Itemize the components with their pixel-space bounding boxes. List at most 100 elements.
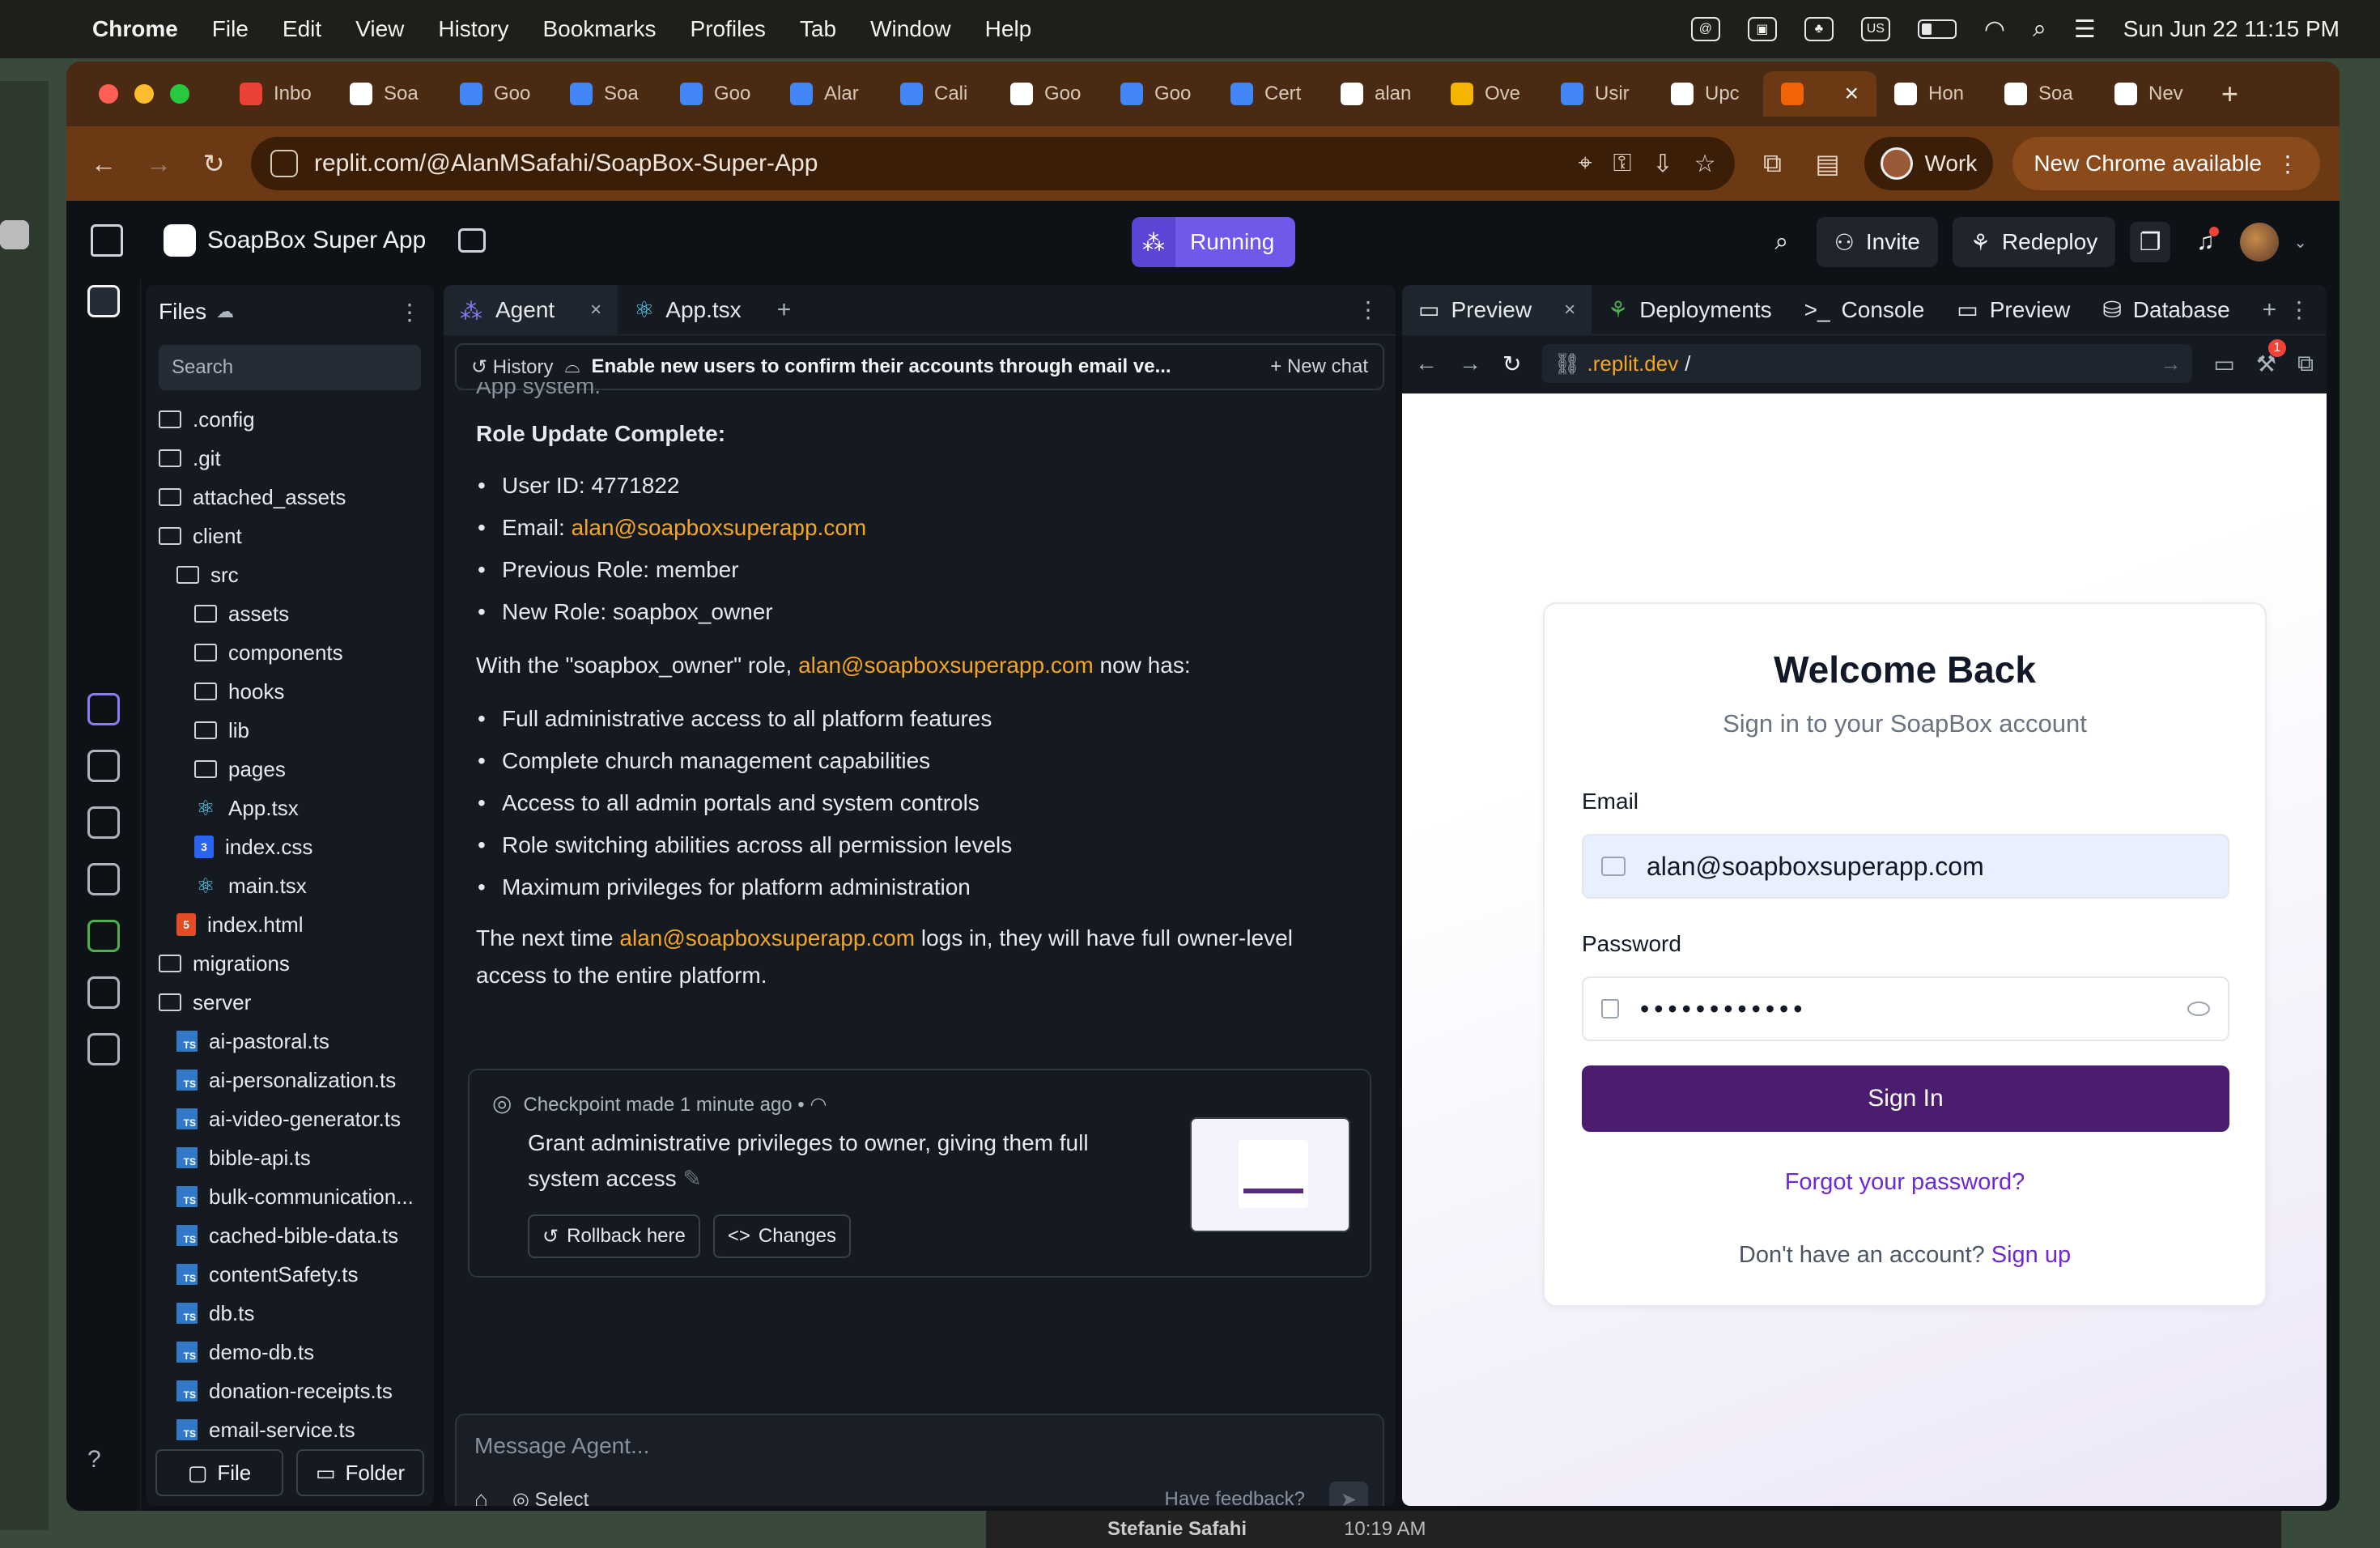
menu-edit[interactable]: Edit	[283, 16, 321, 42]
key-icon[interactable]: ⚿	[1613, 150, 1632, 178]
browser-tab[interactable]: Soa	[1987, 71, 2097, 117]
message-input[interactable]: Message Agent...	[474, 1433, 649, 1459]
tree-folder[interactable]: src	[146, 555, 434, 594]
address-bar[interactable]: replit.com/@AlanMSafahi/SoapBox-Super-Ap…	[251, 137, 1736, 190]
checkpoint-thumbnail[interactable]	[1190, 1117, 1350, 1232]
forgot-password-link[interactable]: Forgot your password?	[1545, 1169, 2265, 1196]
reload-icon[interactable]: ↻	[196, 146, 232, 181]
email-link[interactable]: alan@soapboxsuperapp.com	[572, 515, 867, 540]
help-icon[interactable]: ?	[87, 1446, 120, 1478]
panel-menu-icon[interactable]: ⋮	[1357, 296, 1379, 323]
tab-console[interactable]: >_ Console	[1788, 285, 1941, 335]
changes-button[interactable]: <> Changes	[712, 1214, 851, 1258]
profile-button[interactable]: Work	[1864, 137, 1994, 190]
chat-title[interactable]: Enable new users to confirm their accoun…	[591, 355, 1259, 378]
minimize-window-button[interactable]	[134, 84, 154, 104]
browser-tab[interactable]: Upc	[1653, 71, 1763, 117]
browser-tab[interactable]: alan	[1323, 71, 1433, 117]
tree-folder[interactable]: assets	[146, 594, 434, 633]
open-external-icon[interactable]: ⧉	[2297, 351, 2314, 377]
deployments-icon[interactable]	[87, 920, 120, 952]
chevron-down-icon[interactable]: ⌄	[2293, 232, 2307, 253]
tree-file[interactable]: 3 index.css	[146, 827, 434, 866]
tree-file[interactable]: TS db.ts	[146, 1294, 434, 1333]
email-field[interactable]: alan@soapboxsuperapp.com	[1582, 834, 2229, 899]
files-search-input[interactable]: Search	[159, 345, 421, 390]
bookmark-star-icon[interactable]: ☆	[1694, 150, 1716, 178]
spotlight-icon[interactable]: ⌕	[2033, 15, 2046, 43]
tab-database[interactable]: ⛁ Database	[2086, 285, 2246, 335]
menu-history[interactable]: History	[438, 16, 508, 42]
dock-trash-icon[interactable]	[0, 220, 29, 249]
tree-folder[interactable]: .git	[146, 439, 434, 478]
kebab-menu-icon[interactable]: ⋮	[2276, 151, 2299, 177]
forward-icon[interactable]: →	[1459, 351, 1481, 376]
new-tab-icon[interactable]: +	[777, 296, 792, 324]
status-icon-1[interactable]: @	[1690, 17, 1720, 41]
back-icon[interactable]: ←	[1415, 351, 1438, 376]
reload-icon[interactable]: ↻	[1502, 351, 1521, 377]
chrome-update-button[interactable]: New Chrome available ⋮	[2012, 137, 2320, 190]
zoom-window-button[interactable]	[170, 84, 189, 104]
copy-icon[interactable]: ❐	[2130, 222, 2171, 262]
add-file-button[interactable]: ▢ File	[155, 1449, 283, 1496]
tree-folder[interactable]: lib	[146, 711, 434, 750]
agent-icon[interactable]	[87, 693, 120, 725]
tree-file[interactable]: TS bible-api.ts	[146, 1138, 434, 1177]
email-link[interactable]: alan@soapboxsuperapp.com	[619, 925, 915, 950]
close-window-button[interactable]	[99, 84, 118, 104]
device-icon[interactable]: ▭	[2213, 351, 2234, 377]
tab-preview-2[interactable]: ▭ Preview	[1940, 285, 2086, 335]
invite-button[interactable]: ⚇ Invite	[1816, 217, 1938, 267]
menu-help[interactable]: Help	[985, 16, 1032, 42]
tree-file[interactable]: ⚛ App.tsx	[146, 789, 434, 827]
browser-tab[interactable]: Goo	[1103, 71, 1213, 117]
tree-file[interactable]: TS donation-receipts.ts	[146, 1372, 434, 1410]
all-tools-icon[interactable]	[87, 1033, 120, 1065]
control-center-icon[interactable]: ☰	[2074, 15, 2096, 44]
user-settings-icon[interactable]	[87, 976, 120, 1009]
wifi-icon[interactable]: ◠	[1984, 15, 2005, 44]
browser-tab[interactable]: Hon	[1876, 71, 1987, 117]
side-panel-icon[interactable]: ▤	[1809, 146, 1845, 181]
tab-app-tsx[interactable]: ⚛ App.tsx	[618, 285, 758, 335]
password-value[interactable]: ••••••••••••	[1640, 994, 1807, 1024]
console-icon[interactable]	[87, 806, 120, 839]
send-button[interactable]: ➤	[1329, 1482, 1368, 1506]
browser-tab[interactable]: Goo	[992, 71, 1103, 117]
files-icon[interactable]	[87, 285, 120, 317]
browser-tab[interactable]: Alar	[772, 71, 882, 117]
search-icon[interactable]: ⌕	[1762, 222, 1802, 262]
site-info-icon[interactable]	[270, 150, 298, 177]
eye-icon[interactable]	[2187, 1002, 2210, 1016]
browser-tab[interactable]: Goo	[662, 71, 772, 117]
tree-folder[interactable]: hooks	[146, 672, 434, 711]
back-icon[interactable]: ←	[86, 146, 121, 181]
new-tab-icon[interactable]: +	[2263, 296, 2277, 324]
email-value[interactable]: alan@soapboxsuperapp.com	[1647, 852, 1984, 882]
tree-file[interactable]: TS ai-pastoral.ts	[146, 1022, 434, 1061]
tree-folder[interactable]: .config	[146, 400, 434, 439]
browser-tab[interactable]: Soa	[552, 71, 662, 117]
bell-icon[interactable]: ♫	[2185, 222, 2225, 262]
preview-url-input[interactable]: ⛓ .replit.dev / →	[1542, 344, 2193, 383]
attach-icon[interactable]: ⌂	[474, 1486, 488, 1506]
home-icon[interactable]	[91, 224, 123, 257]
tree-folder[interactable]: components	[146, 633, 434, 672]
history-button[interactable]: ↺ History	[471, 355, 553, 379]
browser-tab[interactable]: Cert	[1213, 71, 1323, 117]
tab-agent[interactable]: ⁂ Agent ×	[444, 285, 618, 335]
agent-composer[interactable]: Message Agent... ⌂ ◎ Select Have feedbac…	[455, 1414, 1384, 1506]
close-icon[interactable]: ×	[590, 299, 601, 321]
repl-info-icon[interactable]	[458, 228, 487, 253]
email-link[interactable]: alan@soapboxsuperapp.com	[798, 653, 1094, 678]
browser-tab-active[interactable]: ×	[1763, 71, 1876, 117]
devtools-icon[interactable]: ⚒ 1	[2256, 338, 2286, 377]
new-tab-button[interactable]: +	[2221, 77, 2238, 111]
edit-icon[interactable]: ✎	[682, 1166, 701, 1191]
browser-tab[interactable]: Inbo	[222, 71, 332, 117]
tree-file[interactable]: TS ai-video-generator.ts	[146, 1099, 434, 1138]
menu-file[interactable]: File	[212, 16, 249, 42]
menu-profiles[interactable]: Profiles	[691, 16, 766, 42]
menu-app-name[interactable]: Chrome	[92, 16, 178, 42]
